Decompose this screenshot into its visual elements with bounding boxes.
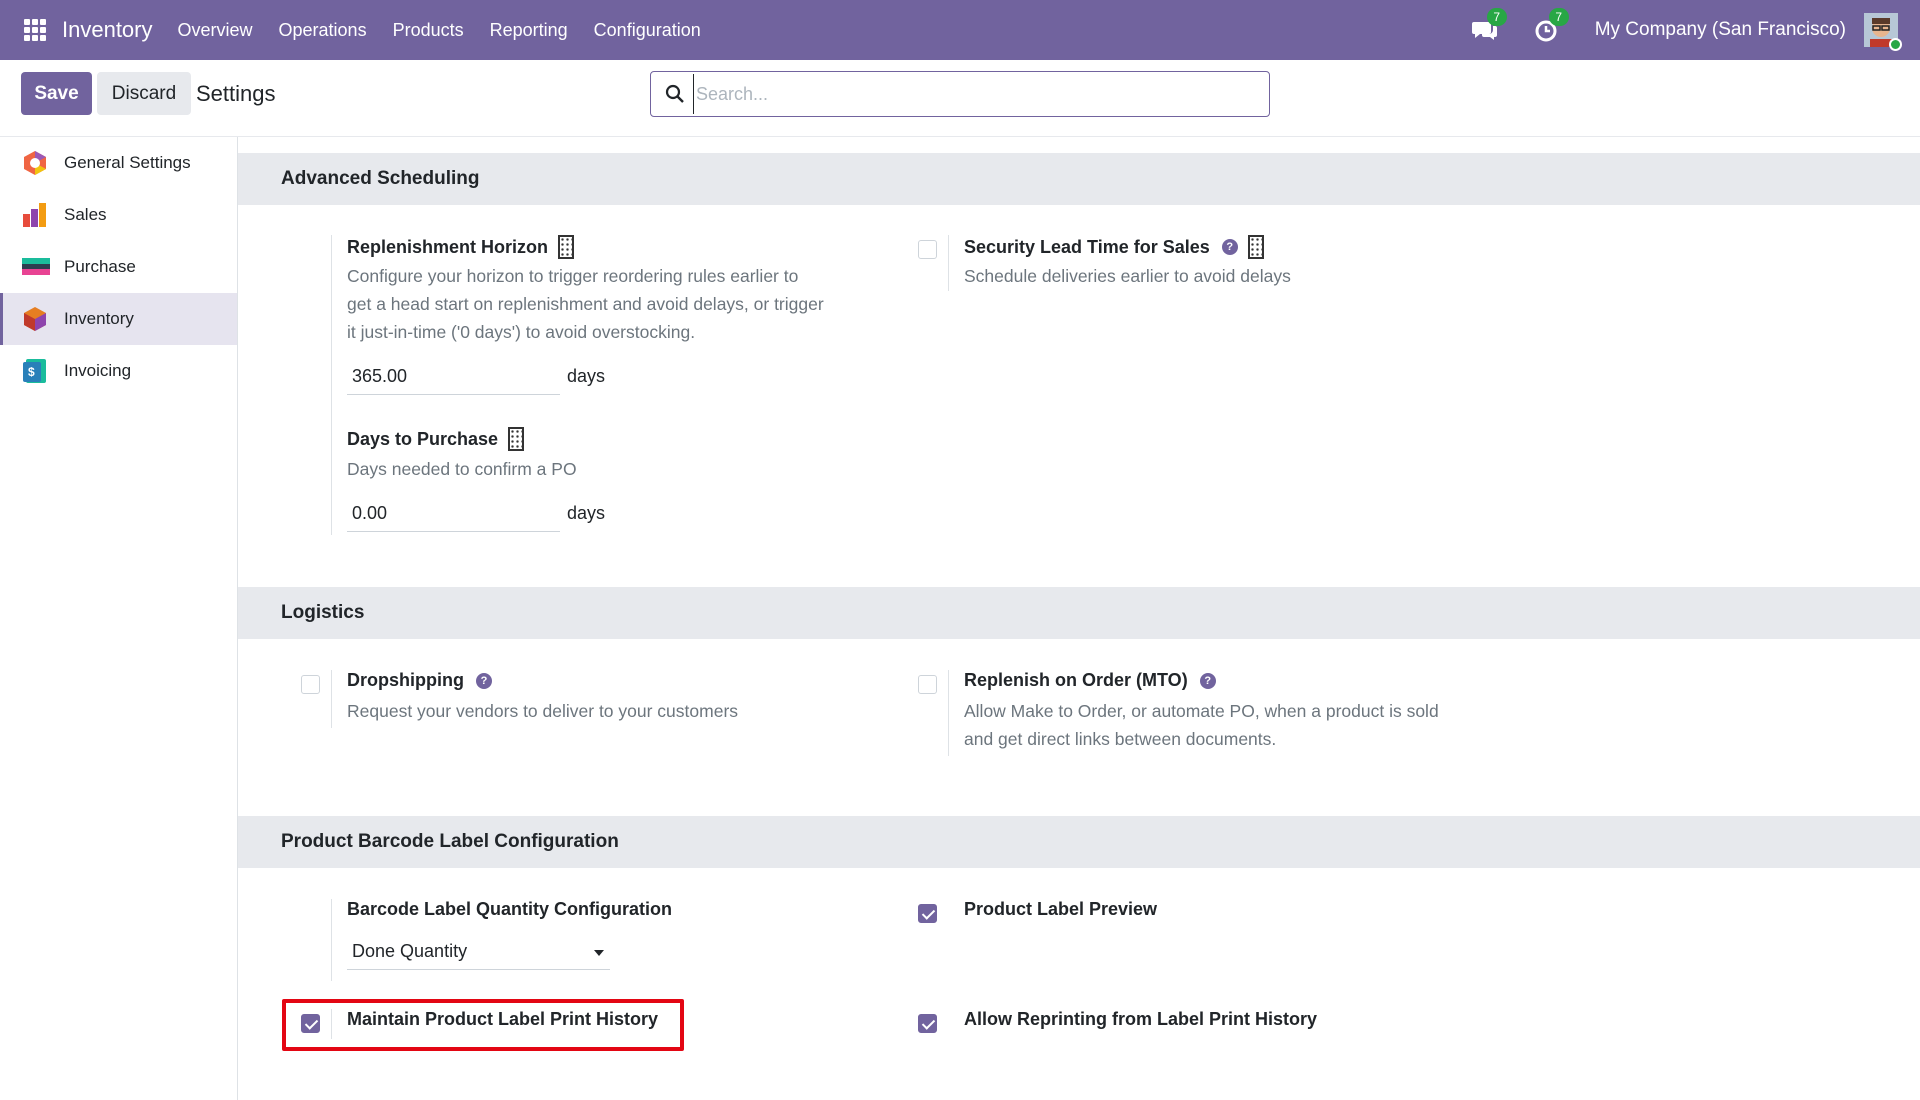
setting-label: Dropshipping ? (347, 670, 492, 691)
setting-description: Allow Make to Order, or automate PO, whe… (964, 701, 1439, 749)
allow-reprint-checkbox[interactable] (918, 1014, 937, 1033)
svg-text:$: $ (28, 365, 35, 379)
menu-operations[interactable]: Operations (266, 20, 380, 41)
menu-configuration[interactable]: Configuration (581, 20, 714, 41)
setting-label: Security Lead Time for Sales ? (964, 235, 1264, 259)
search-input[interactable] (693, 74, 1233, 114)
menu-products[interactable]: Products (380, 20, 477, 41)
help-icon[interactable]: ? (1199, 672, 1216, 689)
sidebar-item-general-settings[interactable]: General Settings (0, 137, 237, 189)
setting-dropshipping: Dropshipping ? Request your vendors to d… (331, 670, 891, 728)
sidebar-item-inventory[interactable]: Inventory (0, 293, 237, 345)
sales-icon (22, 202, 48, 228)
barcode-qty-select[interactable]: Done Quantity (347, 936, 610, 970)
setting-label: Product Label Preview (964, 899, 1158, 919)
messages-icon[interactable]: 7 (1471, 8, 1507, 44)
product-label-preview-checkbox[interactable] (918, 904, 937, 923)
general-settings-icon (22, 150, 48, 176)
top-navbar: Inventory Overview Operations Products R… (0, 0, 1920, 60)
app-grid-icon[interactable] (24, 19, 46, 41)
setting-security-lead-time: Security Lead Time for Sales ? Schedule … (948, 235, 1508, 291)
setting-description: Schedule deliveries earlier to avoid del… (964, 266, 1291, 286)
company-switcher[interactable]: My Company (San Francisco) (1595, 19, 1846, 41)
search-icon (665, 84, 684, 103)
security-lead-time-checkbox[interactable] (918, 240, 937, 259)
sidebar-item-purchase[interactable]: Purchase (0, 241, 237, 293)
company-building-icon (558, 235, 575, 259)
unit-label: days (567, 366, 606, 386)
help-icon[interactable]: ? (475, 672, 492, 689)
help-icon[interactable]: ? (1221, 239, 1238, 255)
page-title: Settings (196, 81, 276, 106)
sidebar-item-label: Purchase (64, 257, 136, 276)
invoicing-icon: $ (22, 358, 48, 384)
activities-badge: 7 (1548, 8, 1569, 26)
replenishment-horizon-input[interactable]: 365.00 (347, 361, 560, 395)
menu-overview[interactable]: Overview (165, 20, 266, 41)
setting-label: Allow Reprinting from Label Print Histor… (964, 1009, 1318, 1029)
settings-sidebar: General Settings Sales Purchase Inventor… (0, 137, 238, 1100)
online-status-dot (1889, 38, 1902, 51)
messages-badge: 7 (1486, 8, 1507, 26)
section-logistics: Logistics (238, 587, 1920, 639)
sidebar-item-label: Inventory (64, 309, 134, 328)
setting-label: Days to Purchase (347, 427, 525, 451)
sidebar-item-label: Sales (64, 205, 107, 224)
user-avatar[interactable] (1864, 13, 1902, 51)
save-button[interactable]: Save (21, 72, 92, 115)
search-box[interactable] (650, 71, 1270, 117)
company-building-icon (508, 427, 525, 451)
setting-product-label-preview: Product Label Preview (948, 899, 1508, 929)
section-advanced-scheduling: Advanced Scheduling (238, 153, 1920, 205)
company-building-icon (1247, 235, 1264, 259)
inventory-icon (22, 306, 48, 332)
highlight-box (282, 999, 684, 1051)
settings-content: Advanced Scheduling Replenishment Horizo… (238, 137, 1920, 1100)
setting-replenishment-horizon: Replenishment Horizon Configure your hor… (331, 235, 891, 535)
setting-label: Barcode Label Quantity Configuration (347, 899, 673, 919)
select-value: Done Quantity (352, 941, 468, 961)
discard-button[interactable]: Discard (97, 72, 191, 115)
sidebar-item-sales[interactable]: Sales (0, 189, 237, 241)
purchase-icon (22, 254, 50, 280)
sidebar-item-invoicing[interactable]: $ Invoicing (0, 345, 237, 397)
setting-description: Request your vendors to deliver to your … (347, 701, 739, 721)
setting-description: Configure your horizon to trigger reorde… (347, 266, 824, 342)
activities-clock-icon[interactable]: 7 (1533, 8, 1569, 44)
sidebar-item-label: General Settings (64, 153, 191, 172)
setting-mto: Replenish on Order (MTO) ? Allow Make to… (948, 670, 1508, 756)
sidebar-item-label: Invoicing (64, 361, 132, 380)
control-panel: Save Discard Settings (0, 60, 1920, 137)
days-to-purchase-input[interactable]: 0.00 (347, 498, 560, 532)
setting-label: Replenishment Horizon (347, 235, 575, 259)
chevron-down-icon (594, 950, 604, 956)
section-barcode-label: Product Barcode Label Configuration (238, 816, 1920, 868)
setting-allow-reprint: Allow Reprinting from Label Print Histor… (948, 1009, 1508, 1039)
menu-reporting[interactable]: Reporting (477, 20, 581, 41)
app-name[interactable]: Inventory (62, 17, 153, 43)
setting-barcode-qty-config: Barcode Label Quantity Configuration Don… (331, 899, 891, 981)
setting-description: Days needed to confirm a PO (347, 459, 577, 479)
unit-label: days (567, 503, 606, 523)
dropshipping-checkbox[interactable] (301, 675, 320, 694)
mto-checkbox[interactable] (918, 675, 937, 694)
setting-label: Replenish on Order (MTO) ? (964, 670, 1216, 691)
